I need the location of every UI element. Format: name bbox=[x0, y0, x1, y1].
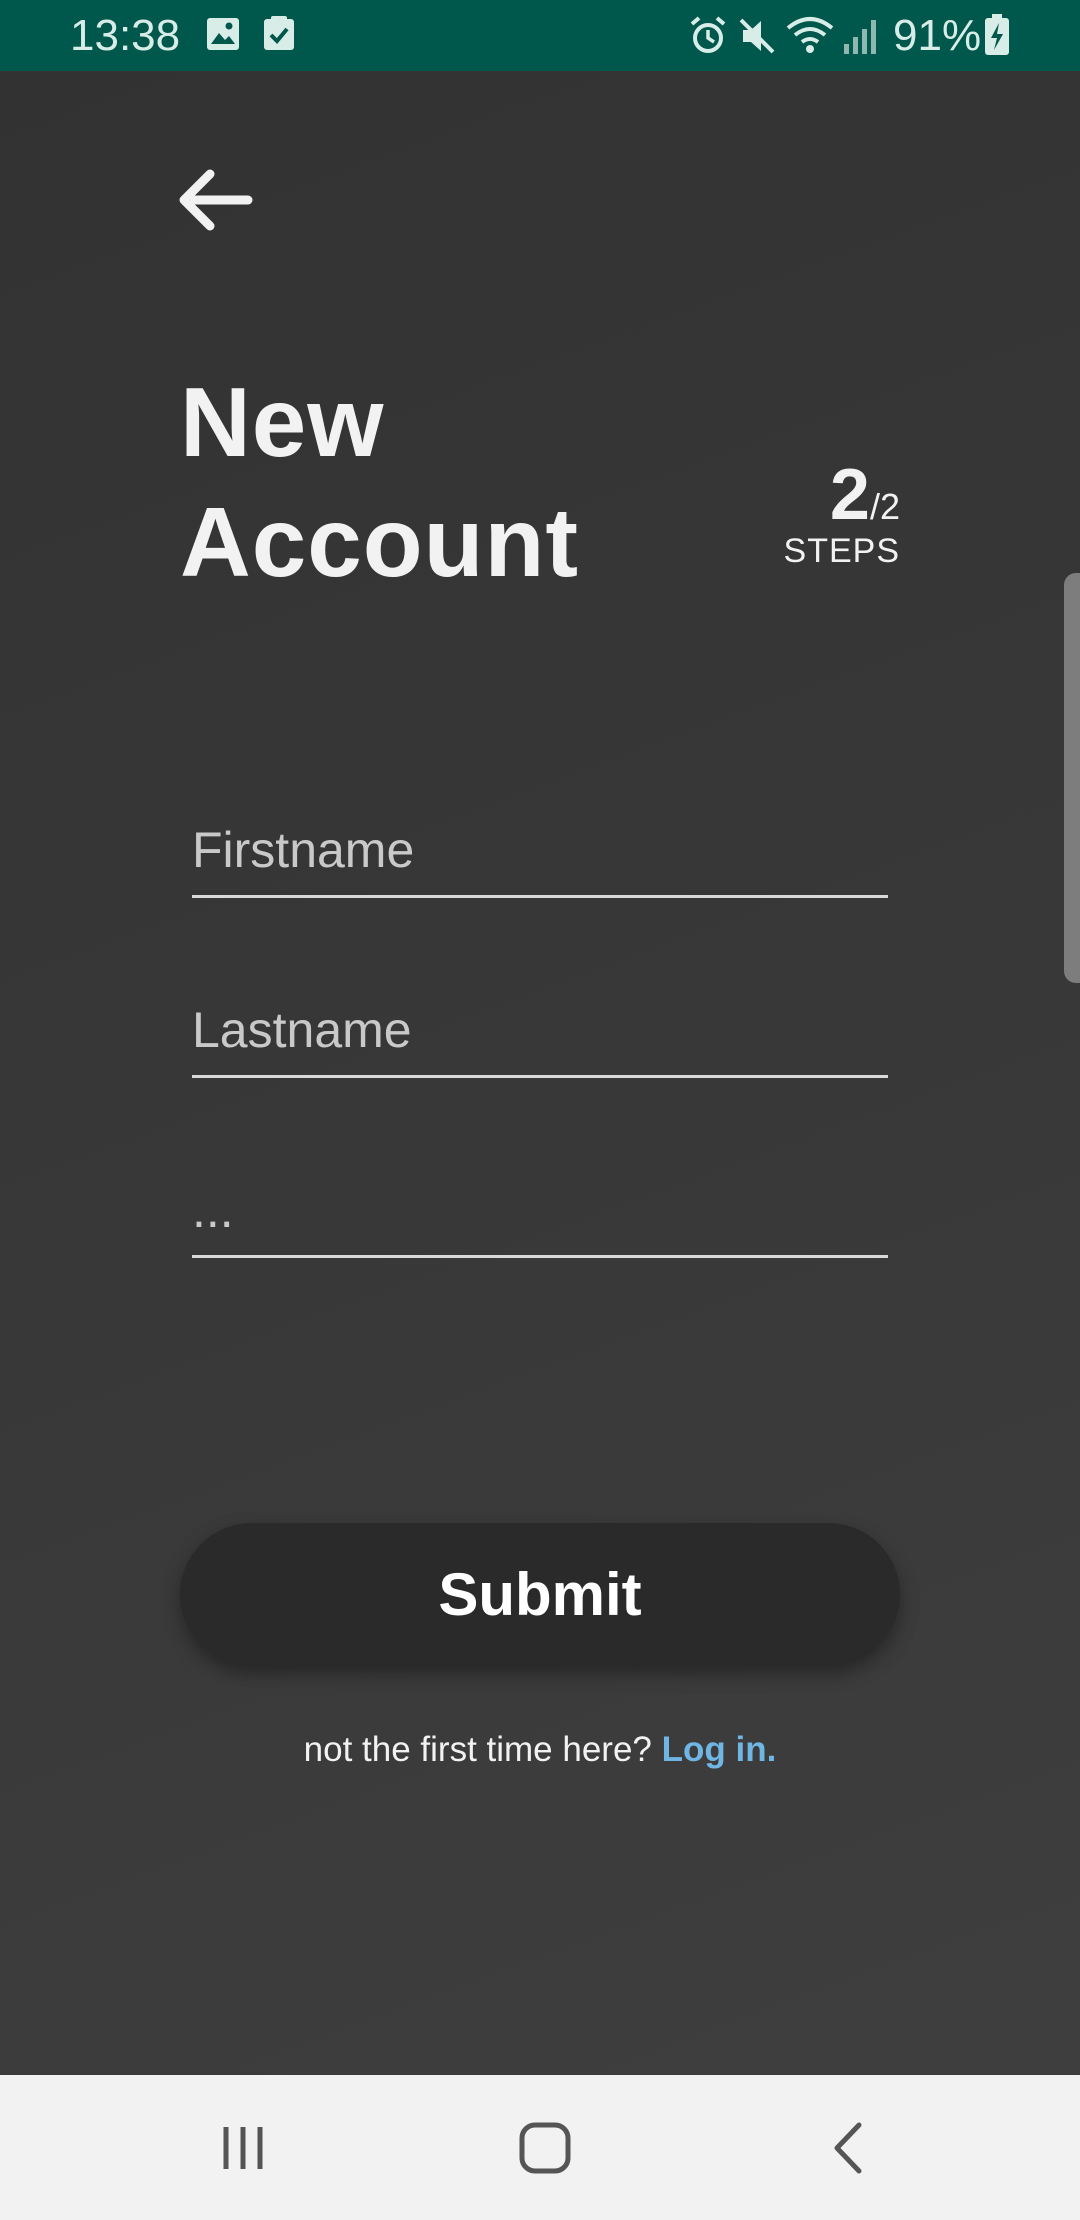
lastname-field bbox=[192, 985, 888, 1078]
signal-icon bbox=[844, 20, 876, 54]
step-total: /2 bbox=[869, 486, 900, 527]
back-icon bbox=[834, 2122, 862, 2174]
firstname-input[interactable] bbox=[192, 805, 888, 895]
mute-icon bbox=[739, 18, 775, 54]
login-link[interactable]: Log in. bbox=[662, 1730, 777, 1769]
recent-apps-button[interactable] bbox=[188, 2105, 298, 2191]
home-icon bbox=[519, 2122, 571, 2174]
wifi-icon bbox=[786, 17, 834, 53]
steps-label: STEPS bbox=[783, 532, 900, 570]
step-indicator: 2/2 STEPS bbox=[784, 455, 900, 571]
arrow-left-icon bbox=[179, 169, 253, 231]
battery-percent: 91% bbox=[893, 11, 982, 60]
image-icon bbox=[207, 18, 239, 50]
nav-back-button[interactable] bbox=[792, 2105, 902, 2191]
step-current: 2 bbox=[829, 455, 870, 535]
new-account-screen: 13:38 91% New Account 2/2 STEPS Firstnam… bbox=[0, 0, 1080, 2220]
login-prompt: not the first time here? Log in. bbox=[0, 1728, 1080, 1772]
submit-button[interactable]: Submit bbox=[180, 1523, 900, 1666]
status-bar: 13:38 91% bbox=[0, 0, 1080, 71]
third-input[interactable] bbox=[192, 1165, 888, 1255]
alarm-icon bbox=[690, 16, 726, 53]
back-button[interactable] bbox=[170, 160, 260, 240]
page-title-line2: Account bbox=[180, 487, 579, 597]
page-title: New Account bbox=[180, 362, 579, 602]
login-prompt-text: not the first time here? bbox=[303, 1730, 652, 1769]
check-square-icon bbox=[264, 16, 294, 50]
navigation-bar bbox=[0, 2075, 1080, 2220]
edge-panel-handle[interactable] bbox=[1064, 573, 1080, 983]
home-button[interactable] bbox=[490, 2105, 600, 2191]
battery-charging-icon bbox=[985, 14, 1009, 55]
recent-apps-icon bbox=[223, 2127, 263, 2169]
third-field bbox=[192, 1165, 888, 1258]
firstname-field bbox=[192, 805, 888, 898]
lastname-input[interactable] bbox=[192, 985, 888, 1075]
page-title-line1: New bbox=[180, 367, 385, 477]
status-time: 13:38 bbox=[70, 11, 181, 60]
